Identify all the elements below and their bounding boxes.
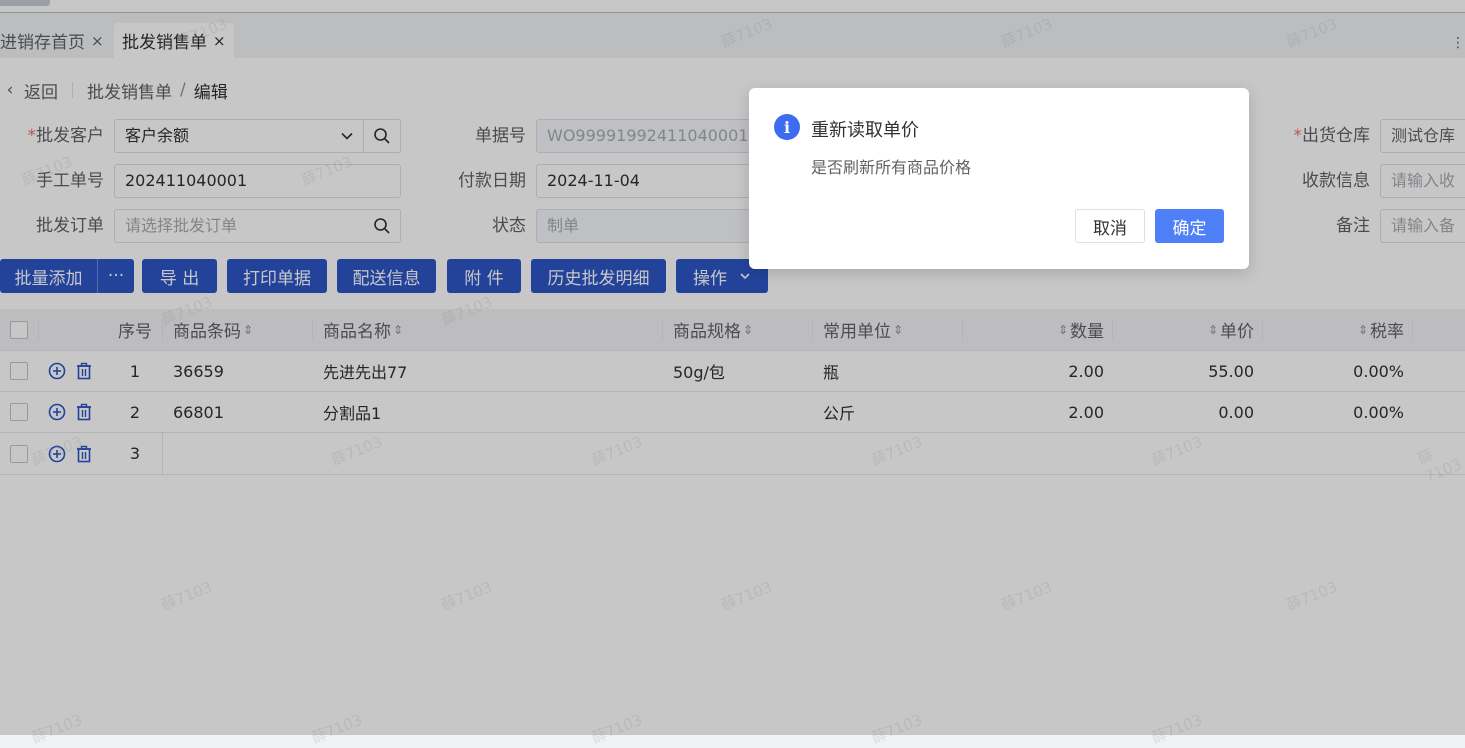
confirm-button[interactable]: 确定: [1155, 209, 1224, 243]
dialog-message: 是否刷新所有商品价格: [811, 158, 972, 177]
info-icon: i: [774, 114, 800, 140]
cancel-button[interactable]: 取消: [1075, 209, 1145, 243]
confirm-dialog: i 重新读取单价 是否刷新所有商品价格 取消 确定: [749, 88, 1249, 269]
dialog-title: 重新读取单价: [811, 120, 919, 141]
